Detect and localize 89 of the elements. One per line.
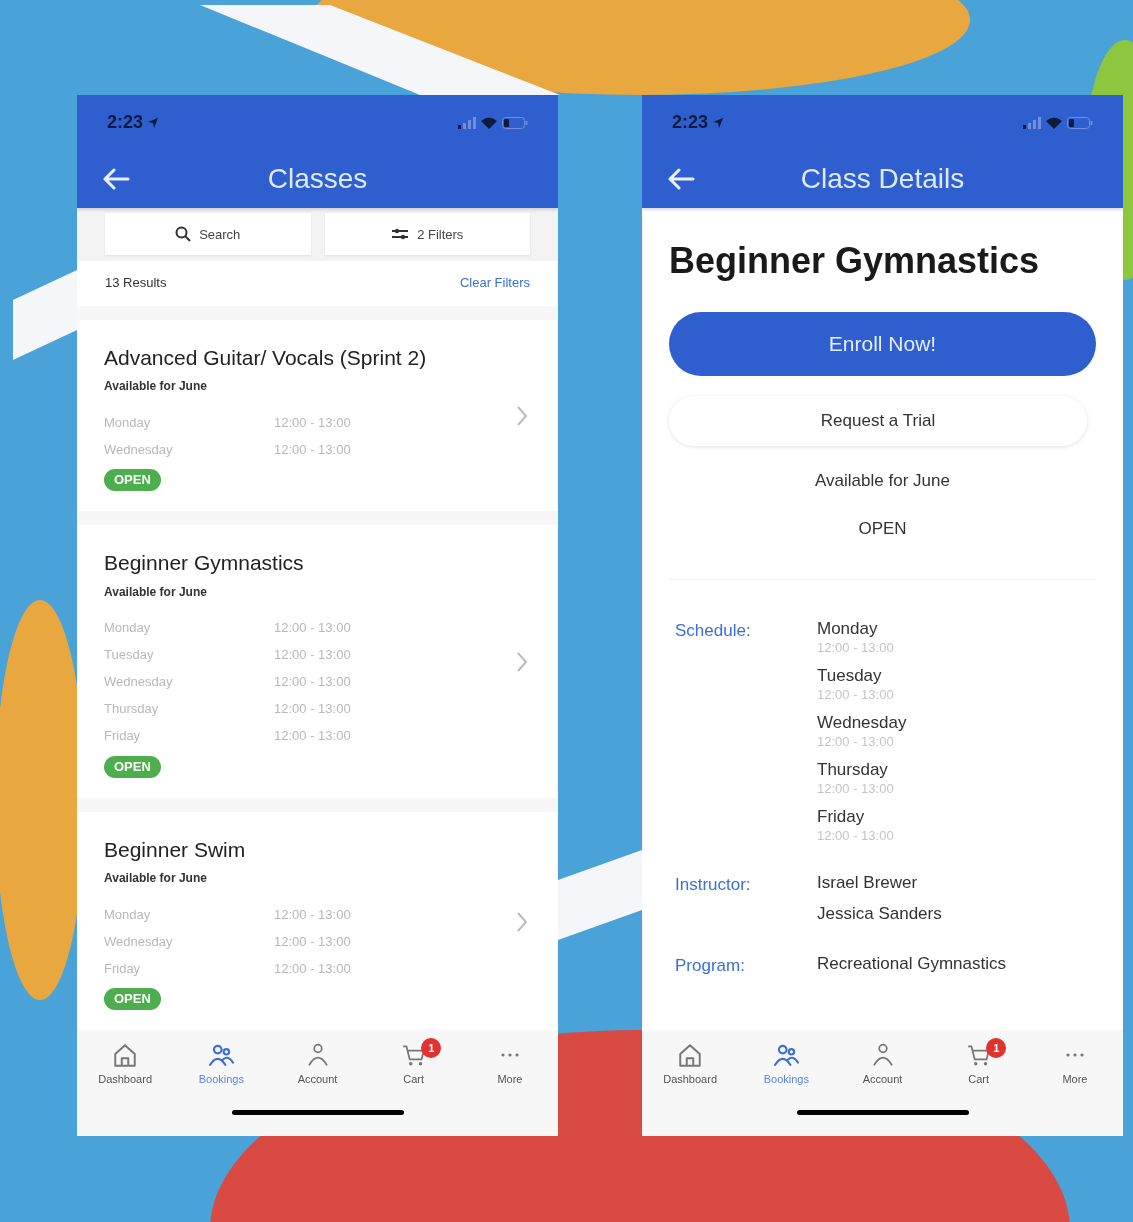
schedule-time: 12:00 - 13:00 <box>274 619 351 638</box>
chevron-right-icon <box>516 405 528 428</box>
schedule-day: Wednesday <box>104 672 274 692</box>
schedule-time: 12:00 - 13:00 <box>274 727 351 746</box>
detail-value: Tuesday <box>817 665 883 687</box>
more-icon <box>1064 1053 1085 1057</box>
chevron-right-icon <box>516 910 528 933</box>
schedule-day: Friday <box>104 958 274 979</box>
home-icon <box>112 1042 139 1068</box>
detail-value: Thursday <box>817 759 889 781</box>
detail-value: Jessica Sanders <box>817 903 942 925</box>
tab-item[interactable]: Account <box>834 1042 931 1088</box>
status-time: 2:23 <box>107 111 144 134</box>
schedule-day: Friday <box>104 726 274 746</box>
detail-label: Schedule: <box>675 621 751 640</box>
signal-icon <box>458 116 476 129</box>
schedule-time: 12:00 - 13:00 <box>274 646 351 665</box>
availability-text: Available for June <box>104 583 208 601</box>
search-field[interactable]: Search <box>105 213 311 256</box>
schedule-time: 12:00 - 13:00 <box>274 673 351 692</box>
back-arrow-icon <box>667 168 695 190</box>
signal-icon <box>1023 116 1041 129</box>
class-title: Beginner Gymnastics <box>104 550 305 576</box>
location-arrow-icon <box>712 116 725 129</box>
detail-value: Israel Brewer <box>817 872 919 894</box>
schedule-day: Monday <box>104 412 274 433</box>
tab-item[interactable]: Account <box>269 1042 366 1088</box>
tab-item[interactable]: Dashboard <box>77 1042 174 1088</box>
battery-icon <box>502 116 528 129</box>
back-button[interactable] <box>101 166 131 192</box>
schedule-time: 12:00 - 13:00 <box>817 640 895 656</box>
location-arrow-icon <box>147 116 160 129</box>
detail-value: Friday <box>817 806 866 828</box>
home-icon <box>677 1042 704 1068</box>
wifi-icon <box>481 116 497 129</box>
tab-item[interactable]: More <box>461 1042 558 1088</box>
screen-title: Classes <box>267 162 368 196</box>
schedule-day: Monday <box>104 618 274 638</box>
chevron-right-icon <box>516 651 528 674</box>
more-icon <box>499 1053 520 1057</box>
people-icon <box>773 1042 800 1068</box>
search-icon <box>175 226 192 243</box>
detail-value: Wednesday <box>817 712 907 734</box>
tab-item[interactable]: Dashboard <box>642 1042 739 1088</box>
schedule-day: Thursday <box>104 699 274 719</box>
schedule-time: 12:00 - 13:00 <box>274 440 351 459</box>
people-icon <box>208 1042 235 1068</box>
schedule-day: Tuesday <box>104 645 274 665</box>
schedule-time: 12:00 - 13:00 <box>817 781 895 797</box>
screen-title: Class Details <box>800 162 965 196</box>
availability-text: Available for June <box>104 378 208 395</box>
status-text: OPEN <box>858 517 907 540</box>
back-button[interactable] <box>666 166 696 192</box>
schedule-time: 12:00 - 13:00 <box>274 700 351 719</box>
detail-label: Instructor: <box>675 875 751 894</box>
availability-text: Available for June <box>815 470 950 492</box>
detail-value: Recreational Gymnastics <box>817 953 1006 975</box>
status-time: 2:23 <box>672 111 709 134</box>
wifi-icon <box>1046 116 1062 129</box>
badge: 1 <box>421 1038 442 1058</box>
filters-button[interactable]: 2 Filters <box>324 213 530 256</box>
schedule-time: 12:00 - 13:00 <box>274 959 351 978</box>
battery-icon <box>1067 116 1093 129</box>
class-title: Beginner Gymnastics <box>669 239 1041 283</box>
back-arrow-icon <box>102 168 130 190</box>
status-badge: OPEN <box>104 755 161 778</box>
status-badge: OPEN <box>104 469 161 491</box>
tab-item[interactable]: More <box>1026 1042 1123 1088</box>
detail-value: Monday <box>817 618 879 640</box>
enroll-button[interactable]: Enroll Now! <box>669 312 1096 376</box>
schedule-time: 12:00 - 13:00 <box>274 932 351 951</box>
class-title: Beginner Swim <box>104 836 247 863</box>
class-title: Advanced Guitar/ Vocals (Sprint 2) <box>104 344 428 371</box>
schedule-day: Wednesday <box>104 931 274 952</box>
status-badge: OPEN <box>104 988 161 1010</box>
schedule-day: Monday <box>104 904 274 925</box>
schedule-day: Wednesday <box>104 439 274 460</box>
availability-text: Available for June <box>104 870 208 887</box>
results-count: 13 Results <box>105 274 167 293</box>
schedule-time: 12:00 - 13:00 <box>817 828 895 844</box>
schedule-time: 12:00 - 13:00 <box>817 734 895 750</box>
clear-filters-link[interactable]: Clear Filters <box>459 273 530 293</box>
trial-button[interactable]: Request a Trial <box>669 396 1087 446</box>
schedule-time: 12:00 - 13:00 <box>817 687 895 703</box>
detail-label: Program: <box>675 956 745 975</box>
schedule-time: 12:00 - 13:00 <box>274 413 351 432</box>
badge: 1 <box>986 1038 1007 1058</box>
schedule-time: 12:00 - 13:00 <box>274 905 351 924</box>
sliders-icon <box>391 227 410 242</box>
